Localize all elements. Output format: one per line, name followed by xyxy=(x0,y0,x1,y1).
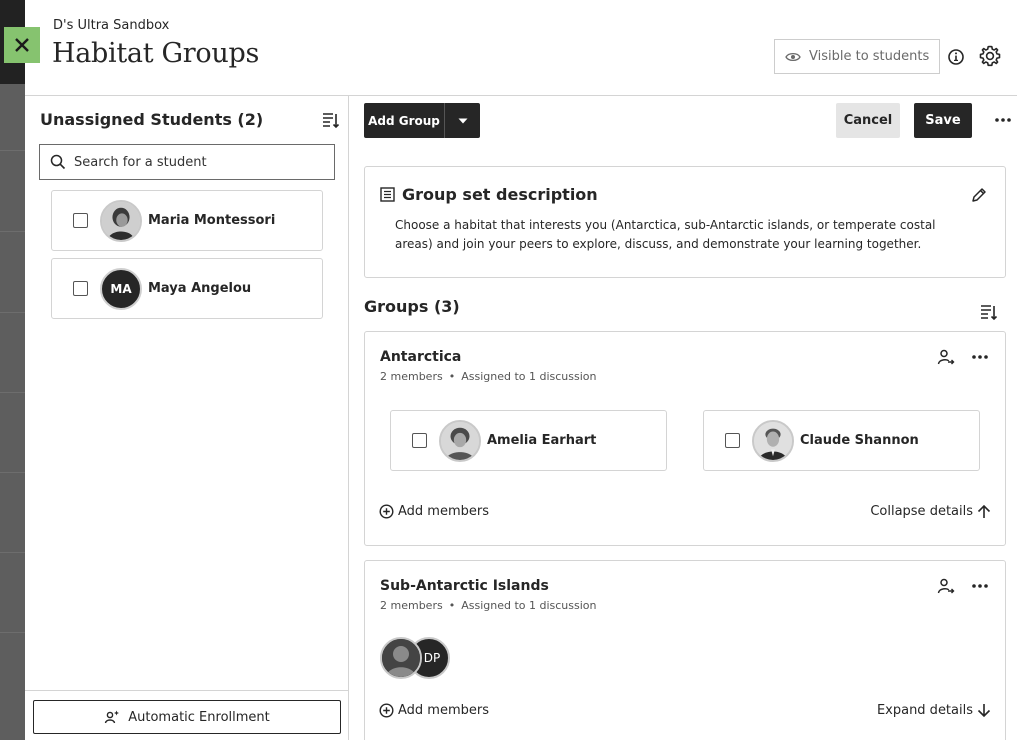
close-icon xyxy=(15,38,29,52)
member-card[interactable]: Amelia Earhart xyxy=(390,410,667,471)
gear-icon[interactable] xyxy=(978,44,1002,72)
groups-title: Groups (3) xyxy=(364,297,460,316)
sort-icon[interactable] xyxy=(322,111,340,133)
add-group-button[interactable]: Add Group xyxy=(364,103,480,138)
avatar xyxy=(752,419,794,462)
course-name: D's Ultra Sandbox xyxy=(53,18,170,33)
add-members-label: Add members xyxy=(398,504,489,519)
assignment-info: Assigned to 1 discussion xyxy=(461,370,597,383)
panel-header: D's Ultra Sandbox Habitat Groups Visible… xyxy=(25,0,1017,96)
cancel-button[interactable]: Cancel xyxy=(836,103,900,138)
avatar xyxy=(380,637,422,679)
member-checkbox[interactable] xyxy=(412,433,427,448)
add-members-button[interactable]: Add members xyxy=(379,504,489,519)
group-set-description: Group set description Choose a habitat t… xyxy=(364,166,1006,278)
student-name: Maria Montessori xyxy=(148,213,276,228)
add-group-label: Add Group xyxy=(368,113,440,128)
search-input[interactable] xyxy=(74,154,314,170)
page-title: Habitat Groups xyxy=(52,38,260,69)
member-count: 2 members xyxy=(380,370,443,383)
arrow-up-icon xyxy=(977,504,991,519)
add-members-button[interactable]: Add members xyxy=(379,703,489,718)
more-options-icon[interactable] xyxy=(971,578,989,598)
assign-person-icon[interactable] xyxy=(937,348,955,370)
description-text: Choose a habitat that interests you (Ant… xyxy=(395,218,936,251)
student-card[interactable]: MA Maya Angelou xyxy=(51,258,323,319)
assign-person-icon[interactable] xyxy=(937,577,955,599)
auto-enroll-icon xyxy=(104,709,120,725)
group-card: Antarctica 2 members • Assigned to 1 discu… xyxy=(364,331,1006,546)
unassigned-students-panel: Unassigned Students (2) Maria Montessori… xyxy=(25,96,349,740)
group-card: Sub-Antarctic Islands 2 members • Assigned… xyxy=(364,560,1006,740)
expand-details-button[interactable]: Expand details xyxy=(877,703,991,718)
collapse-details-label: Collapse details xyxy=(870,504,973,519)
student-checkbox[interactable] xyxy=(73,281,88,296)
plus-circle-icon xyxy=(379,504,394,519)
member-checkbox[interactable] xyxy=(725,433,740,448)
assignment-info: Assigned to 1 discussion xyxy=(461,599,597,612)
avatar xyxy=(100,199,142,242)
arrow-down-icon xyxy=(977,703,991,718)
add-group-dropdown[interactable] xyxy=(445,117,480,125)
student-card[interactable]: Maria Montessori xyxy=(51,190,323,251)
visibility-label: Visible to students xyxy=(809,49,930,64)
group-name: Antarctica xyxy=(380,349,462,365)
sort-icon[interactable] xyxy=(980,303,998,325)
add-members-label: Add members xyxy=(398,703,489,718)
member-card[interactable]: Claude Shannon xyxy=(703,410,980,471)
eye-icon xyxy=(785,51,801,63)
member-name: Claude Shannon xyxy=(800,433,919,448)
group-meta: 2 members • Assigned to 1 discussion xyxy=(380,370,597,383)
groups-panel: Add Group Cancel Save Group set descript… xyxy=(350,96,1017,740)
info-icon[interactable] xyxy=(947,48,965,70)
plus-circle-icon xyxy=(379,703,394,718)
avatar xyxy=(439,419,481,462)
more-options-icon[interactable] xyxy=(994,110,1012,134)
student-search[interactable] xyxy=(39,144,335,180)
background-page xyxy=(0,0,25,740)
description-title: Group set description xyxy=(402,185,598,204)
student-name: Maya Angelou xyxy=(148,281,252,296)
member-count: 2 members xyxy=(380,599,443,612)
automatic-enrollment-button[interactable]: Automatic Enrollment xyxy=(33,700,341,734)
visibility-dropdown[interactable]: Visible to students xyxy=(774,39,940,74)
pencil-icon[interactable] xyxy=(971,187,987,207)
automatic-enrollment-label: Automatic Enrollment xyxy=(128,709,270,725)
member-name: Amelia Earhart xyxy=(487,433,597,448)
search-icon xyxy=(50,154,66,170)
member-avatar-stack: DP xyxy=(380,637,460,681)
document-icon xyxy=(380,187,395,206)
student-checkbox[interactable] xyxy=(73,213,88,228)
group-meta: 2 members • Assigned to 1 discussion xyxy=(380,599,597,612)
collapse-details-button[interactable]: Collapse details xyxy=(870,504,991,519)
more-options-icon[interactable] xyxy=(971,349,989,369)
avatar: MA xyxy=(100,267,142,310)
auto-enroll-footer: Automatic Enrollment xyxy=(25,690,348,740)
expand-details-label: Expand details xyxy=(876,703,973,718)
caret-down-icon xyxy=(458,118,467,123)
group-editor-panel: D's Ultra Sandbox Habitat Groups Visible… xyxy=(25,0,1017,740)
save-button[interactable]: Save xyxy=(914,103,972,138)
close-panel-button[interactable] xyxy=(4,27,40,63)
unassigned-title: Unassigned Students (2) xyxy=(40,110,264,129)
group-name: Sub-Antarctic Islands xyxy=(380,578,549,594)
